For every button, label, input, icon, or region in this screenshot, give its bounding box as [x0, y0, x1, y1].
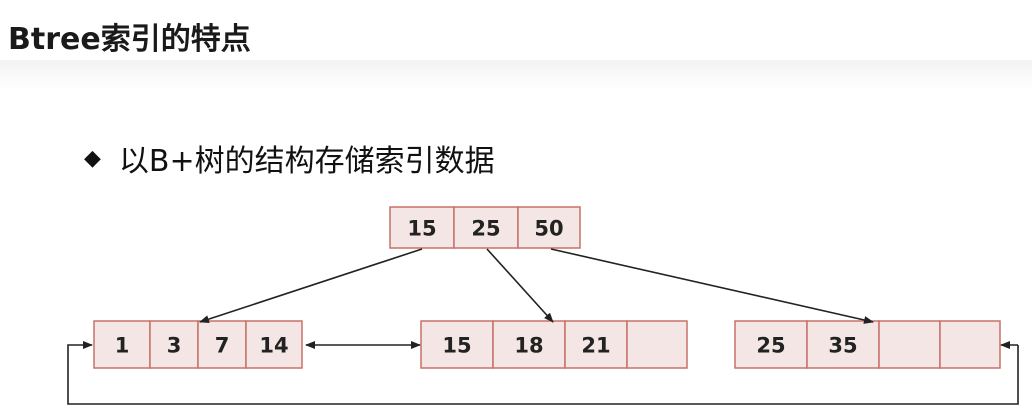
leaf-node-3-key: 25 [756, 334, 785, 358]
root-node-key: 25 [471, 217, 500, 241]
leaf-node-1-key: 7 [215, 334, 230, 358]
root-to-leaf-2-arrow [486, 248, 554, 323]
root-node-key: 50 [534, 217, 563, 241]
leaf-node-3-key: 35 [828, 334, 857, 358]
leaf-node-2-key: 18 [514, 334, 543, 358]
leaf-node-1-key: 1 [115, 334, 130, 358]
root-to-leaf-3-arrow [550, 248, 874, 324]
leaf-node-2: 15 18 21 [420, 320, 688, 369]
leaf-node-3: 25 35 [734, 320, 1001, 369]
leaf-node-1-key: 14 [259, 334, 288, 358]
root-to-leaf-1-arrow [199, 248, 423, 323]
leaf-node-2-key: 15 [442, 334, 471, 358]
leaf-node-3-cell [939, 320, 1001, 369]
root-node: 15 25 50 [389, 206, 581, 249]
bplus-tree-diagram: 15 25 50 1 3 7 14 15 18 21 25 35 [67, 206, 1019, 405]
root-node-key: 15 [407, 217, 436, 241]
leaf-node-1: 1 3 7 14 [93, 320, 303, 369]
leaf-node-2-key: 21 [581, 334, 610, 358]
leaf-node-2-cell [626, 320, 688, 369]
leaf-node-3-cell [878, 320, 941, 369]
leaf-node-1-key: 3 [167, 334, 182, 358]
